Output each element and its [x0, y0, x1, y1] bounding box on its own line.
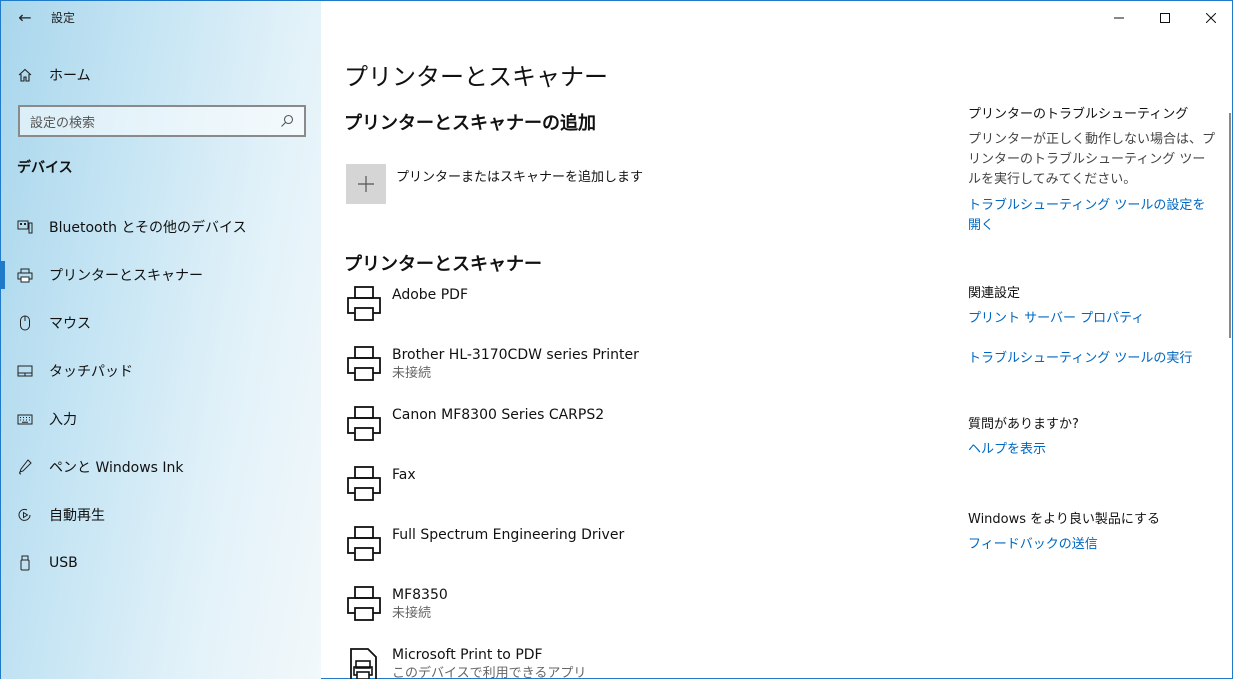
- home-icon: [1, 68, 49, 82]
- sidebar-item-label: プリンターとスキャナー: [49, 268, 203, 284]
- window-controls: [1096, 1, 1233, 34]
- home-label: ホーム: [49, 68, 91, 84]
- scrollbar[interactable]: [1229, 113, 1231, 338]
- main-content: プリンターとスキャナー プリンターとスキャナーの追加 プリンターまたはスキャナー…: [321, 1, 1233, 679]
- search-input[interactable]: 設定の検索: [18, 105, 306, 137]
- close-button[interactable]: [1188, 1, 1233, 34]
- print-server-properties-link[interactable]: プリント サーバー プロパティ: [968, 309, 1218, 329]
- printer-icon: [347, 346, 381, 381]
- sidebar-item-pen[interactable]: ペンと Windows Ink: [1, 443, 321, 491]
- printer-name: Brother HL-3170CDW series Printer: [392, 347, 639, 363]
- sidebar-item-mouse[interactable]: マウス: [1, 299, 321, 347]
- maximize-button[interactable]: [1142, 1, 1188, 34]
- sidebar-item-autoplay[interactable]: 自動再生: [1, 491, 321, 539]
- related-panel: プリンターのトラブルシューティング プリンターが正しく動作しない場合は、プリンタ…: [968, 103, 1218, 555]
- add-printer-label: プリンターまたはスキャナーを追加します: [396, 170, 644, 185]
- sidebar-item-label: タッチパッド: [49, 364, 133, 380]
- printer-icon: [347, 526, 381, 561]
- printer-list: Adobe PDF Brother HL-3170CDW series Prin…: [346, 284, 926, 679]
- printer-status: 未接続: [392, 366, 432, 381]
- printer-status: このデバイスで利用できるアプリ: [392, 666, 587, 679]
- related-settings-title: 関連設定: [968, 286, 1021, 301]
- sidebar-item-label: USB: [49, 555, 78, 571]
- printer-name: MF8350: [392, 587, 448, 603]
- minimize-icon: [1114, 17, 1124, 18]
- app-title: 設定: [51, 11, 76, 25]
- section-title: デバイス: [17, 160, 73, 176]
- sidebar-item-label: Bluetooth とその他のデバイス: [49, 220, 247, 236]
- sidebar-item-home[interactable]: ホーム: [1, 57, 321, 93]
- printer-name: Adobe PDF: [392, 287, 469, 303]
- keyboard-icon: [1, 414, 49, 425]
- pdf-printer-icon: [350, 648, 377, 679]
- back-button[interactable]: ←: [1, 1, 49, 34]
- page-title: プリンターとスキャナー: [344, 63, 608, 91]
- maximize-icon: [1160, 12, 1170, 23]
- list-item[interactable]: MF8350 未接続: [346, 584, 926, 644]
- sidebar-item-input[interactable]: 入力: [1, 395, 321, 443]
- sidebar-item-label: 入力: [49, 412, 77, 428]
- sidebar-item-touchpad[interactable]: タッチパッド: [1, 347, 321, 395]
- add-section-title: プリンターとスキャナーの追加: [344, 113, 596, 134]
- plus-icon: [346, 164, 386, 204]
- troubleshoot-text: プリンターが正しく動作しない場合は、プリンターのトラブルシューティング ツールを…: [968, 132, 1216, 187]
- sidebar-item-label: マウス: [49, 316, 91, 332]
- question-title: 質問がありますか?: [968, 417, 1079, 432]
- printer-name: Fax: [392, 467, 416, 483]
- sidebar-item-printers[interactable]: プリンターとスキャナー: [1, 251, 321, 299]
- troubleshoot-title: プリンターのトラブルシューティング: [968, 107, 1189, 122]
- printer-name: Microsoft Print to PDF: [392, 647, 543, 663]
- feedback-title: Windows をより良い製品にする: [968, 512, 1161, 527]
- list-item[interactable]: Full Spectrum Engineering Driver: [346, 524, 926, 584]
- sidebar-item-label: 自動再生: [49, 508, 105, 524]
- run-troubleshooter-link[interactable]: トラブルシューティング ツールの実行: [968, 349, 1218, 369]
- printers-list-title: プリンターとスキャナー: [344, 254, 542, 275]
- list-item[interactable]: Canon MF8300 Series CARPS2: [346, 404, 926, 464]
- printer-name: Canon MF8300 Series CARPS2: [392, 407, 605, 423]
- printer-icon: [1, 268, 49, 283]
- sidebar: ← 設定 ホーム 設定の検索 デバイス Bluetooth とその他のデバイス …: [1, 1, 321, 679]
- troubleshoot-settings-link[interactable]: トラブルシューティング ツールの設定を開く: [968, 196, 1218, 236]
- list-item[interactable]: Adobe PDF: [346, 284, 926, 344]
- printer-name: Full Spectrum Engineering Driver: [392, 527, 625, 543]
- devices-icon: [1, 220, 49, 234]
- list-item[interactable]: Microsoft Print to PDF このデバイスで利用できるアプリ: [346, 644, 926, 679]
- search-icon: [281, 114, 294, 127]
- sidebar-item-usb[interactable]: USB: [1, 539, 321, 587]
- close-icon: [1206, 12, 1216, 23]
- printer-icon: [347, 466, 381, 501]
- printer-icon: [347, 286, 381, 321]
- sidebar-item-label: ペンと Windows Ink: [49, 460, 184, 476]
- minimize-button[interactable]: [1096, 1, 1142, 34]
- printer-status: 未接続: [392, 606, 432, 621]
- mouse-icon: [1, 315, 49, 331]
- feedback-link[interactable]: フィードバックの送信: [968, 535, 1218, 555]
- pen-icon: [1, 459, 49, 475]
- add-printer-button[interactable]: プリンターまたはスキャナーを追加します: [346, 164, 643, 204]
- help-link[interactable]: ヘルプを表示: [968, 440, 1218, 460]
- printer-icon: [347, 406, 381, 441]
- sidebar-nav: Bluetooth とその他のデバイス プリンターとスキャナー マウス タッチパ…: [1, 203, 321, 587]
- list-item[interactable]: Fax: [346, 464, 926, 524]
- printer-icon: [347, 586, 381, 621]
- usb-icon: [1, 555, 49, 571]
- list-item[interactable]: Brother HL-3170CDW series Printer 未接続: [346, 344, 926, 404]
- search-placeholder: 設定の検索: [30, 115, 96, 131]
- touchpad-icon: [1, 365, 49, 377]
- sidebar-item-bluetooth[interactable]: Bluetooth とその他のデバイス: [1, 203, 321, 251]
- autoplay-icon: [1, 507, 49, 523]
- back-arrow-icon: ←: [18, 8, 32, 27]
- titlebar-left: ← 設定: [1, 1, 321, 34]
